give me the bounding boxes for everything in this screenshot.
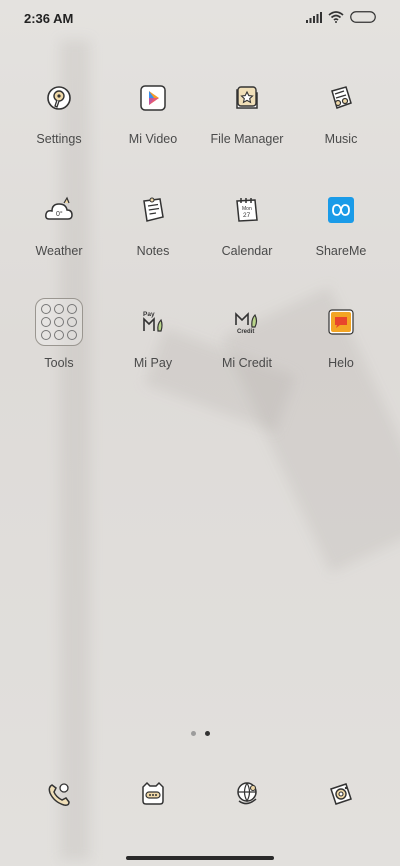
- app-notes[interactable]: Notes: [106, 186, 200, 286]
- dock-phone[interactable]: [12, 770, 106, 825]
- app-grid: Settings Mi Video File Manager Music 0° …: [12, 74, 388, 398]
- signal-icon: [306, 11, 322, 23]
- dock-browser[interactable]: [200, 770, 294, 825]
- calendar-icon: Mon 27: [223, 186, 271, 234]
- dock-camera[interactable]: [294, 770, 388, 825]
- app-shareme[interactable]: ShareMe: [294, 186, 388, 286]
- weather-icon: 0°: [35, 186, 83, 234]
- settings-icon: [35, 74, 83, 122]
- camera-dock-icon: [317, 770, 365, 818]
- notes-icon: [129, 186, 177, 234]
- app-music[interactable]: Music: [294, 74, 388, 174]
- status-icons: [306, 11, 376, 23]
- app-mi-video[interactable]: Mi Video: [106, 74, 200, 174]
- mi-video-icon: [129, 74, 177, 122]
- mi-credit-icon-text: Credit: [237, 329, 254, 335]
- app-label: Mi Credit: [221, 356, 272, 370]
- calendar-icon-day: 27: [243, 212, 251, 219]
- app-label: ShareMe: [315, 244, 367, 258]
- shareme-icon: [317, 186, 365, 234]
- app-label: File Manager: [210, 132, 284, 146]
- wifi-icon: [328, 11, 344, 23]
- app-file-manager[interactable]: File Manager: [200, 74, 294, 174]
- home-indicator[interactable]: [126, 856, 274, 860]
- browser-dock-icon: [223, 770, 271, 818]
- app-tools-folder[interactable]: Tools: [12, 298, 106, 398]
- status-bar: 2:36 AM: [0, 0, 400, 36]
- svg-text:0°: 0°: [56, 210, 63, 218]
- messages-dock-icon: [129, 770, 177, 818]
- app-weather[interactable]: 0° Weather: [12, 186, 106, 286]
- app-label: Notes: [136, 244, 170, 258]
- tools-folder-icon: [35, 298, 83, 346]
- page-dot-2-active[interactable]: [204, 731, 210, 736]
- dock: [12, 770, 388, 825]
- page-indicator: [0, 731, 400, 736]
- app-label: Settings: [36, 132, 82, 146]
- app-label: Helo: [328, 356, 354, 370]
- app-label: Weather: [35, 244, 83, 258]
- file-manager-icon: [223, 74, 271, 122]
- app-settings[interactable]: Settings: [12, 74, 106, 174]
- app-helo[interactable]: Helo: [294, 298, 388, 398]
- page-dot-1[interactable]: [190, 731, 196, 736]
- app-mi-pay[interactable]: Pay Mi Pay: [106, 298, 200, 398]
- mi-pay-icon: Pay: [129, 298, 177, 346]
- battery-icon: [350, 11, 376, 23]
- app-label: Mi Pay: [133, 356, 173, 370]
- mi-credit-icon: Credit: [223, 298, 271, 346]
- app-label: Mi Video: [128, 132, 178, 146]
- app-label: Tools: [44, 356, 74, 370]
- app-mi-credit[interactable]: Credit Mi Credit: [200, 298, 294, 398]
- phone-dock-icon: [35, 770, 83, 818]
- app-calendar[interactable]: Mon 27 Calendar: [200, 186, 294, 286]
- status-time: 2:36 AM: [24, 11, 74, 26]
- dock-messages[interactable]: [106, 770, 200, 825]
- app-label: Music: [324, 132, 358, 146]
- mi-pay-icon-text: Pay: [143, 311, 155, 318]
- music-icon: [317, 74, 365, 122]
- app-label: Calendar: [221, 244, 273, 258]
- helo-icon: [317, 298, 365, 346]
